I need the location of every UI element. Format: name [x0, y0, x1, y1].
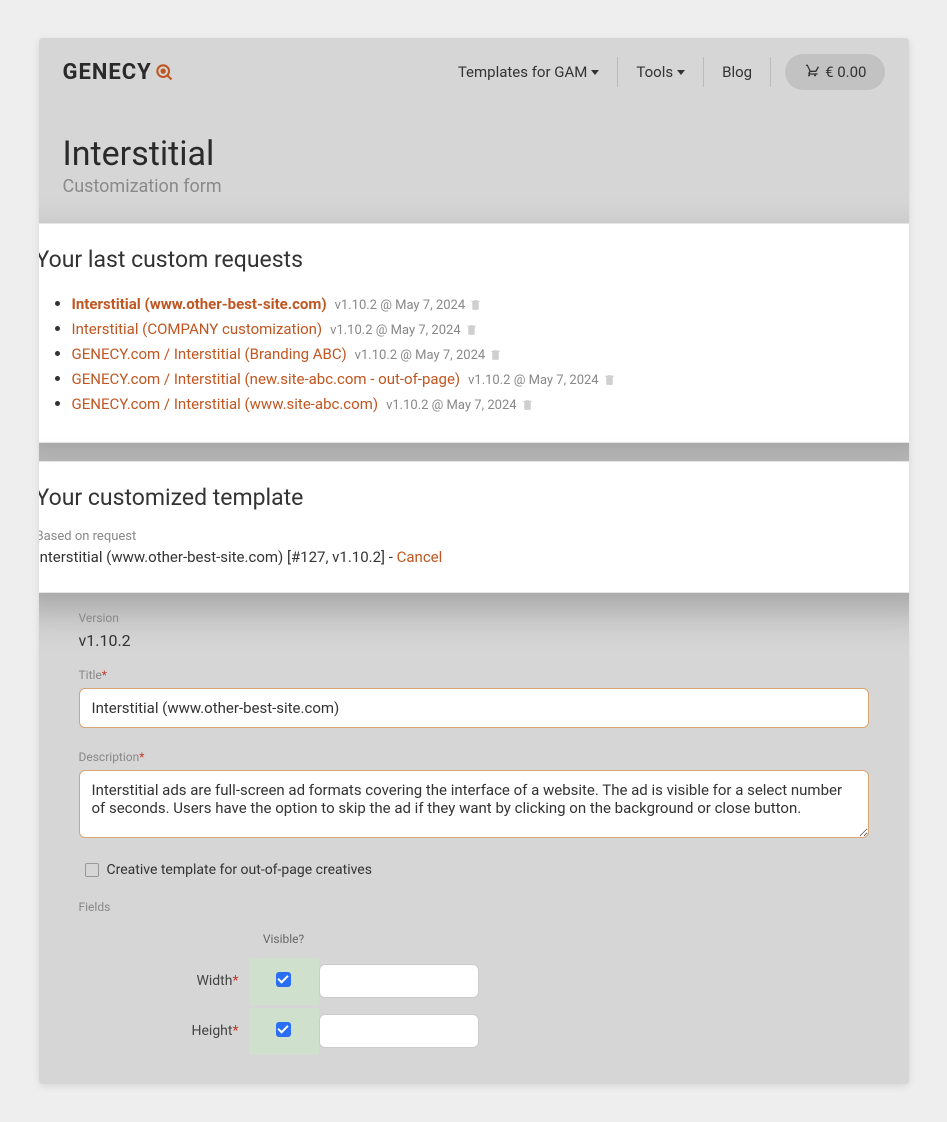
logo-text: GENECY — [63, 60, 152, 85]
topbar: GENECY Templates for GAM Tools Blog — [39, 38, 909, 106]
title-input[interactable] — [79, 688, 869, 728]
cancel-link[interactable]: Cancel — [397, 548, 443, 566]
logo[interactable]: GENECY — [63, 60, 174, 85]
chevron-down-icon — [591, 70, 599, 75]
trash-icon[interactable] — [521, 398, 534, 411]
chevron-down-icon — [677, 70, 685, 75]
request-link[interactable]: GENECY.com / Interstitial (www.site-abc.… — [72, 395, 379, 413]
page-title: Interstitial — [63, 134, 885, 174]
nav-templates[interactable]: Templates for GAM — [440, 57, 619, 87]
cart-button[interactable]: € 0.00 — [785, 54, 884, 90]
field-value-input[interactable] — [319, 964, 479, 998]
description-textarea[interactable]: Interstitial ads are full-screen ad form… — [79, 770, 869, 838]
title-label: Title* — [79, 668, 869, 682]
request-item: GENECY.com / Interstitial (new.site-abc.… — [72, 366, 909, 391]
nav-templates-label: Templates for GAM — [458, 63, 588, 81]
request-item: GENECY.com / Interstitial (www.site-abc.… — [72, 391, 909, 416]
fields-section: Fields Visible? Width* Height* — [79, 900, 869, 1056]
trash-icon[interactable] — [465, 323, 478, 336]
based-on-line: Interstitial (www.other-best-site.com) [… — [39, 548, 909, 566]
version-label: Version — [79, 611, 869, 625]
panel-heading: Your customized template — [39, 484, 909, 511]
form-area: Version v1.10.2 Title* Description* Inte… — [39, 611, 909, 1084]
panel-recent-requests: Your last custom requests Interstitial (… — [39, 223, 909, 443]
trash-icon[interactable] — [603, 373, 616, 386]
nav-blog[interactable]: Blog — [704, 57, 771, 87]
request-link[interactable]: Interstitial (www.other-best-site.com) — [72, 295, 327, 313]
nav-tools-label: Tools — [636, 63, 673, 81]
field-row-label: Width* — [79, 959, 249, 1003]
field-value-cell — [319, 956, 489, 1006]
fields-table: Visible? Width* Height* — [79, 932, 869, 1056]
visible-column-head: Visible? — [249, 932, 319, 956]
request-link[interactable]: Interstitial (COMPANY customization) — [72, 320, 323, 338]
fields-label: Fields — [79, 900, 869, 914]
trash-icon[interactable] — [469, 298, 482, 311]
request-item: Interstitial (www.other-best-site.com) v… — [72, 291, 909, 316]
oop-checkbox-row[interactable]: Creative template for out-of-page creati… — [79, 862, 869, 878]
panels: Your last custom requests Interstitial (… — [39, 223, 909, 593]
nav-blog-label: Blog — [722, 63, 752, 81]
logo-target-icon — [154, 62, 174, 82]
request-list: Interstitial (www.other-best-site.com) v… — [39, 291, 909, 416]
based-on-text: Interstitial (www.other-best-site.com) [… — [39, 548, 397, 566]
request-item: Interstitial (COMPANY customization) v1.… — [72, 316, 909, 341]
field-value-cell — [319, 1006, 489, 1056]
request-meta: v1.10.2 @ May 7, 2024 — [468, 373, 599, 388]
request-meta: v1.10.2 @ May 7, 2024 — [386, 398, 517, 413]
version-value: v1.10.2 — [79, 631, 869, 650]
request-item: GENECY.com / Interstitial (Branding ABC)… — [72, 341, 909, 366]
cart-amount: € 0.00 — [825, 63, 866, 81]
oop-label: Creative template for out-of-page creati… — [107, 862, 372, 878]
request-meta: v1.10.2 @ May 7, 2024 — [335, 298, 466, 313]
field-visible-cell — [249, 958, 319, 1005]
field-value-input[interactable] — [319, 1014, 479, 1048]
nav: Templates for GAM Tools Blog € 0.00 — [440, 54, 885, 90]
request-meta: v1.10.2 @ May 7, 2024 — [330, 323, 461, 338]
trash-icon[interactable] — [489, 348, 502, 361]
nav-tools[interactable]: Tools — [618, 57, 704, 87]
panel-heading: Your last custom requests — [39, 246, 909, 273]
field-row-label: Height* — [79, 1009, 249, 1053]
based-on-label: Based on request — [39, 529, 909, 544]
app-container: GENECY Templates for GAM Tools Blog — [39, 38, 909, 1084]
checkbox-icon[interactable] — [85, 863, 99, 877]
visible-checkbox[interactable] — [276, 972, 291, 987]
panel-customized-template: Your customized template Based on reques… — [39, 461, 909, 593]
page-header: Interstitial Customization form — [39, 106, 909, 209]
request-link[interactable]: GENECY.com / Interstitial (new.site-abc.… — [72, 370, 461, 388]
page-subtitle: Customization form — [63, 176, 885, 197]
cart-icon — [803, 62, 819, 82]
description-label: Description* — [79, 750, 869, 764]
field-visible-cell — [249, 1008, 319, 1055]
request-link[interactable]: GENECY.com / Interstitial (Branding ABC) — [72, 345, 347, 363]
visible-checkbox[interactable] — [276, 1022, 291, 1037]
request-meta: v1.10.2 @ May 7, 2024 — [355, 348, 486, 363]
